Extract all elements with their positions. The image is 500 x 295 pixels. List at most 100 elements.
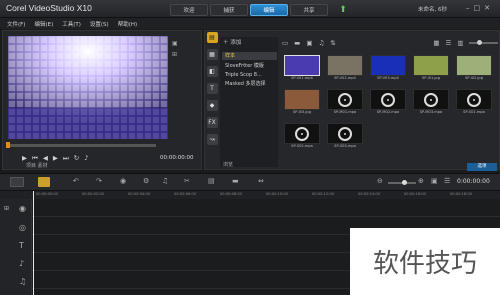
media-icon[interactable]: ▤ [206, 32, 218, 43]
audio-disc-icon [338, 127, 352, 141]
media-thumbnail[interactable]: SP-I03.jpg [282, 89, 322, 121]
media-thumbnail[interactable]: SP-S02.mpa [282, 123, 322, 155]
scrub-bar[interactable] [6, 142, 156, 148]
folder-item[interactable]: Triple Scop 8... [222, 71, 277, 79]
media-thumbnail[interactable]: SP-M01.mpa [325, 89, 365, 121]
timeline-timecode[interactable]: 0:00:00:00 [457, 178, 490, 185]
player-side-tools: ▣ ⊞ [172, 40, 178, 58]
ruler-mark: 00:00:16:00 [404, 192, 426, 196]
options-button[interactable]: 选项 [467, 163, 497, 171]
audio-disc-icon [424, 93, 438, 107]
auto-music-icon[interactable]: ♫ [162, 177, 168, 185]
crop-icon[interactable]: ⊞ [172, 51, 178, 58]
filter-icon[interactable]: FX [206, 117, 218, 128]
timeline-ruler[interactable]: 00:00:00:00 00:00:02:00 00:00:04:00 00:00:0… [0, 191, 500, 199]
media-thumbnail[interactable]: SP-I02.jpg [454, 55, 494, 87]
undo-icon[interactable]: ↶ [73, 177, 79, 185]
media-thumbnail[interactable]: SP-S03.mpa [325, 123, 365, 155]
overlay-track-icon[interactable]: ◎ [19, 223, 26, 232]
menu-edit[interactable]: 编辑(E) [34, 20, 53, 28]
video-track[interactable] [32, 199, 500, 217]
voice-track-icon[interactable]: ♪ [19, 259, 24, 268]
menu-settings[interactable]: 设置(S) [90, 20, 109, 28]
graphic-icon[interactable]: ◆ [206, 100, 218, 111]
end-icon[interactable]: ⏭ [63, 154, 69, 163]
ruler-mark: 00:00:12:00 [312, 192, 334, 196]
timeline-view-button[interactable] [38, 177, 50, 187]
volume-icon[interactable]: ♪ [84, 154, 88, 163]
zoom-slider[interactable] [388, 180, 416, 185]
folder-item[interactable]: Masked 多层选择 [222, 80, 277, 88]
media-thumbnail-label: SP-V02.mp4 [334, 76, 356, 80]
tab-welcome[interactable]: 欢迎 [170, 4, 208, 16]
media-thumbnail[interactable]: SP-V02.mp4 [325, 55, 365, 87]
camera-icon[interactable]: ▣ [172, 40, 178, 47]
motion-icon[interactable]: ▤ [208, 177, 215, 185]
media-thumbnail[interactable]: SP-M02.mpa [368, 89, 408, 121]
folder-icon[interactable]: ▭ [282, 39, 288, 47]
browse-button[interactable]: 浏览 [223, 161, 233, 168]
menu-help[interactable]: 帮助(H) [118, 20, 137, 28]
menu-tools[interactable]: 工具(T) [62, 20, 81, 28]
tab-share[interactable]: 共享 [290, 4, 328, 16]
fit-icon[interactable]: ⇔ [258, 177, 264, 185]
redo-icon[interactable]: ↷ [96, 177, 102, 185]
track-headers: ⊞ ◉ ◎ T ♪ ♫ [0, 199, 32, 295]
storyboard-view-button[interactable] [10, 177, 24, 187]
media-thumbnail-label: SP-M03.mpa [419, 110, 443, 114]
media-thumbnail[interactable]: SP-V03.mp4 [368, 55, 408, 87]
title-icon[interactable]: T [206, 83, 218, 94]
media-preview [284, 89, 320, 110]
mix-icon[interactable]: ⚙ [143, 177, 149, 185]
player-timecode[interactable]: 00:00:00:00 [160, 155, 194, 161]
audio-thumbnail-icon [284, 123, 320, 144]
image-filter-icon[interactable]: ▣ [306, 39, 312, 47]
transition-icon[interactable]: ◧ [206, 66, 218, 77]
video-filter-icon[interactable]: ▬ [294, 39, 300, 47]
media-thumbnail-label: SP-S02.mpa [291, 144, 313, 148]
audio-disc-icon [467, 93, 481, 107]
thumb-size-slider[interactable] [469, 40, 498, 45]
minimize-icon[interactable]: – [466, 4, 470, 12]
player-mode-labels[interactable]: 项目 素材 [26, 162, 48, 169]
maximize-icon[interactable]: □ [474, 4, 481, 12]
audio-disc-icon [338, 93, 352, 107]
scrub-handle[interactable] [6, 142, 10, 148]
list-view-icon[interactable]: ☰ [445, 39, 451, 47]
thumbnail-view-icon[interactable]: ▦ [433, 39, 439, 47]
media-thumbnail[interactable]: SP-S01.mpa [454, 89, 494, 121]
audio-filter-icon[interactable]: ♫ [318, 39, 324, 47]
close-icon[interactable]: ✕ [484, 4, 490, 12]
media-thumbnail[interactable]: SP-V01.mp4 [282, 55, 322, 87]
ruler-mark: 00:00:18:00 [450, 192, 472, 196]
music-track-icon[interactable]: ♫ [19, 277, 26, 286]
record-icon[interactable]: ◉ [120, 177, 126, 185]
timeline-playhead[interactable] [33, 191, 34, 295]
folder-item[interactable]: 样本 [222, 52, 277, 60]
repeat-icon[interactable]: ↻ [74, 154, 79, 163]
menu-file[interactable]: 文件(F) [7, 20, 25, 28]
zoom-out-icon[interactable]: ⊖ [377, 177, 383, 185]
media-thumbnail[interactable]: SP-M03.mpa [411, 89, 451, 121]
add-folder-button[interactable]: ＋ 添加 [223, 38, 241, 46]
preview-window[interactable] [8, 36, 168, 139]
fit-project-icon[interactable]: ▣ [431, 177, 438, 185]
audio-thumbnail-icon [456, 89, 492, 110]
path-icon[interactable]: ↝ [206, 134, 218, 145]
folder-item[interactable]: SloveFrtter 模版 [222, 62, 277, 70]
media-thumbnail[interactable]: SP-I01.jpg [411, 55, 451, 87]
next-frame-icon[interactable]: ▶ [53, 154, 58, 163]
grid-view-icon[interactable]: ▥ [457, 39, 463, 47]
track-toggle-icon[interactable]: ◉ [19, 204, 26, 213]
tab-edit[interactable]: 编辑 [250, 4, 288, 16]
subtitle-icon[interactable]: ▬ [232, 177, 239, 185]
sort-icon[interactable]: ⇅ [330, 39, 335, 47]
instant-project-icon[interactable]: ▦ [206, 49, 218, 60]
upload-icon[interactable]: ⬆ [338, 5, 348, 15]
settings-icon[interactable]: ☰ [444, 177, 450, 185]
tab-capture[interactable]: 捕获 [210, 4, 248, 16]
title-track-icon[interactable]: T [19, 241, 24, 250]
zoom-in-icon[interactable]: ⊕ [418, 177, 424, 185]
split-icon[interactable]: ✂ [184, 177, 190, 185]
video-track-icon[interactable]: ⊞ [4, 205, 9, 212]
